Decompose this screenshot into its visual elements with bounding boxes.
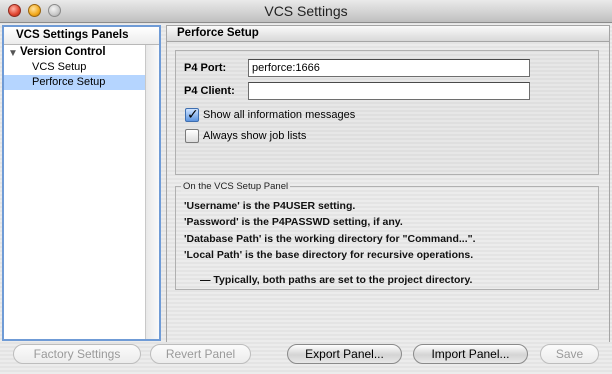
factory-settings-button[interactable]: Factory Settings	[13, 344, 141, 364]
import-panel-button[interactable]: Import Panel...	[413, 344, 528, 364]
disclosure-triangle-icon[interactable]: ▼	[8, 46, 18, 61]
info-line-database-path: 'Database Path' is the working directory…	[184, 233, 476, 245]
tree-item-label: VCS Setup	[32, 61, 87, 73]
panels-tree: ▼ Version Control VCS Setup Perforce Set…	[4, 45, 145, 339]
show-all-messages-checkbox[interactable]: ✓	[185, 106, 199, 122]
vcs-settings-window: VCS Settings VCS Settings Panels ▼ Versi…	[0, 0, 612, 374]
info-box-legend: On the VCS Setup Panel	[181, 181, 291, 192]
settings-panels-list[interactable]: VCS Settings Panels ▼ Version Control VC…	[2, 25, 161, 341]
save-button[interactable]: Save	[540, 344, 599, 364]
title-bar[interactable]: VCS Settings	[0, 0, 612, 23]
info-line-local-path: 'Local Path' is the base directory for r…	[184, 249, 474, 261]
p4-port-label: P4 Port:	[184, 62, 227, 74]
tree-item-vcs-setup[interactable]: VCS Setup	[4, 60, 145, 75]
checkmark-icon: ✓	[187, 106, 199, 122]
window-title: VCS Settings	[264, 3, 348, 19]
always-show-job-lists-checkbox[interactable]	[185, 129, 199, 143]
tree-item-label: Perforce Setup	[32, 76, 106, 88]
always-show-job-lists-label: Always show job lists	[203, 130, 307, 142]
tree-group-version-control[interactable]: ▼ Version Control	[4, 45, 145, 60]
info-line-username: 'Username' is the P4USER setting.	[184, 200, 356, 212]
revert-panel-button[interactable]: Revert Panel	[150, 344, 251, 364]
p4-client-label: P4 Client:	[184, 85, 235, 97]
export-panel-button[interactable]: Export Panel...	[287, 344, 402, 364]
p4-port-field[interactable]: perforce:1666	[248, 59, 530, 77]
show-all-messages-label: Show all information messages	[203, 109, 356, 121]
info-line-password: 'Password' is the P4PASSWD setting, if a…	[184, 216, 403, 228]
info-note: — Typically, both paths are set to the p…	[200, 274, 473, 286]
sidebar-scrollbar[interactable]	[145, 45, 159, 339]
tree-group-label: Version Control	[20, 46, 106, 58]
p4-client-field[interactable]	[248, 82, 530, 100]
tree-item-perforce-setup[interactable]: Perforce Setup	[4, 75, 145, 90]
settings-panels-header: VCS Settings Panels	[4, 27, 159, 45]
panel-header: Perforce Setup	[166, 25, 610, 42]
